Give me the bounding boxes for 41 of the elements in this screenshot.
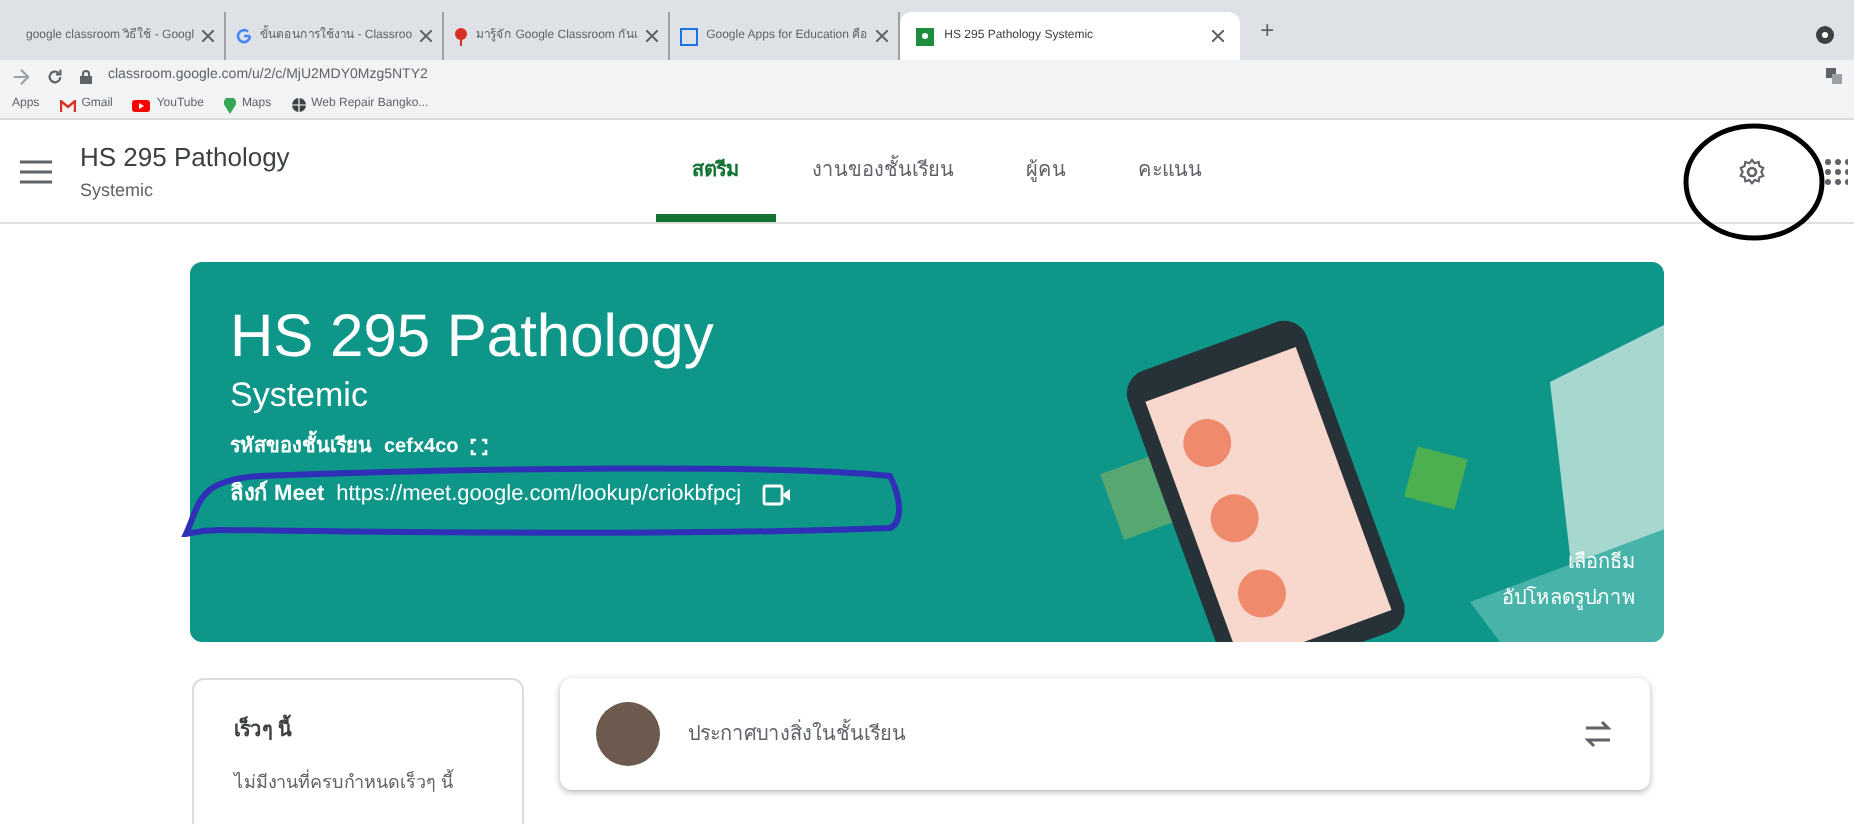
youtube-icon	[132, 99, 151, 111]
reload-icon[interactable]	[46, 67, 64, 85]
fullscreen-icon[interactable]	[470, 438, 489, 456]
menu-icon[interactable]	[20, 159, 52, 183]
close-icon[interactable]	[202, 30, 215, 42]
class-title: HS 295 Pathology	[80, 140, 292, 176]
meet-link[interactable]: https://meet.google.com/lookup/criokbfpcj	[336, 478, 742, 511]
map-pin-icon	[223, 97, 236, 113]
banner-title: HS 295 Pathology	[230, 302, 716, 374]
gmail-icon	[59, 99, 76, 111]
class-code: cefx4co	[384, 434, 459, 462]
close-icon[interactable]	[1212, 30, 1225, 42]
class-subtitle: Systemic	[80, 177, 156, 204]
announcement-placeholder: ประกาศบางสิ่งในชั้นเรียน	[688, 719, 906, 749]
translate-icon[interactable]	[1826, 68, 1842, 84]
banner-subtitle: Systemic	[230, 374, 370, 418]
page-icon	[680, 27, 699, 45]
close-icon[interactable]	[420, 30, 433, 42]
upcoming-text: ไม่มีงานที่ครบกำหนดเร็วๆ นี้	[234, 770, 456, 796]
close-icon[interactable]	[646, 30, 659, 42]
close-icon[interactable]	[876, 30, 889, 42]
google-icon	[236, 28, 253, 44]
announcement-card[interactable]: ประกาศบางสิ่งในชั้นเรียน	[560, 678, 1650, 790]
avatar	[596, 702, 660, 766]
class-tab[interactable]: สตรีม	[656, 120, 776, 222]
classroom-icon	[916, 27, 935, 45]
apps-grid-icon[interactable]	[1824, 157, 1848, 185]
repost-icon[interactable]	[1582, 718, 1614, 750]
new-tab-button[interactable]: +	[1260, 12, 1275, 48]
lock-icon	[80, 69, 92, 83]
profile-icon[interactable]	[1816, 26, 1834, 44]
pin-icon	[454, 27, 469, 45]
settings-icon[interactable]	[1736, 155, 1768, 187]
class-tab[interactable]: ผู้คน	[990, 120, 1102, 222]
video-camera-icon[interactable]	[761, 483, 792, 506]
class-tab[interactable]: งานของชั้นเรียน	[776, 120, 990, 222]
globe-icon	[291, 98, 306, 112]
class-code-label: รหัสของชั้นเรียน	[230, 432, 372, 462]
class-tab[interactable]: คะแนน	[1102, 120, 1238, 222]
meet-link-label: ลิงก์ Meet	[230, 478, 325, 510]
upcoming-title: เร็วๆ นี้	[234, 716, 482, 746]
